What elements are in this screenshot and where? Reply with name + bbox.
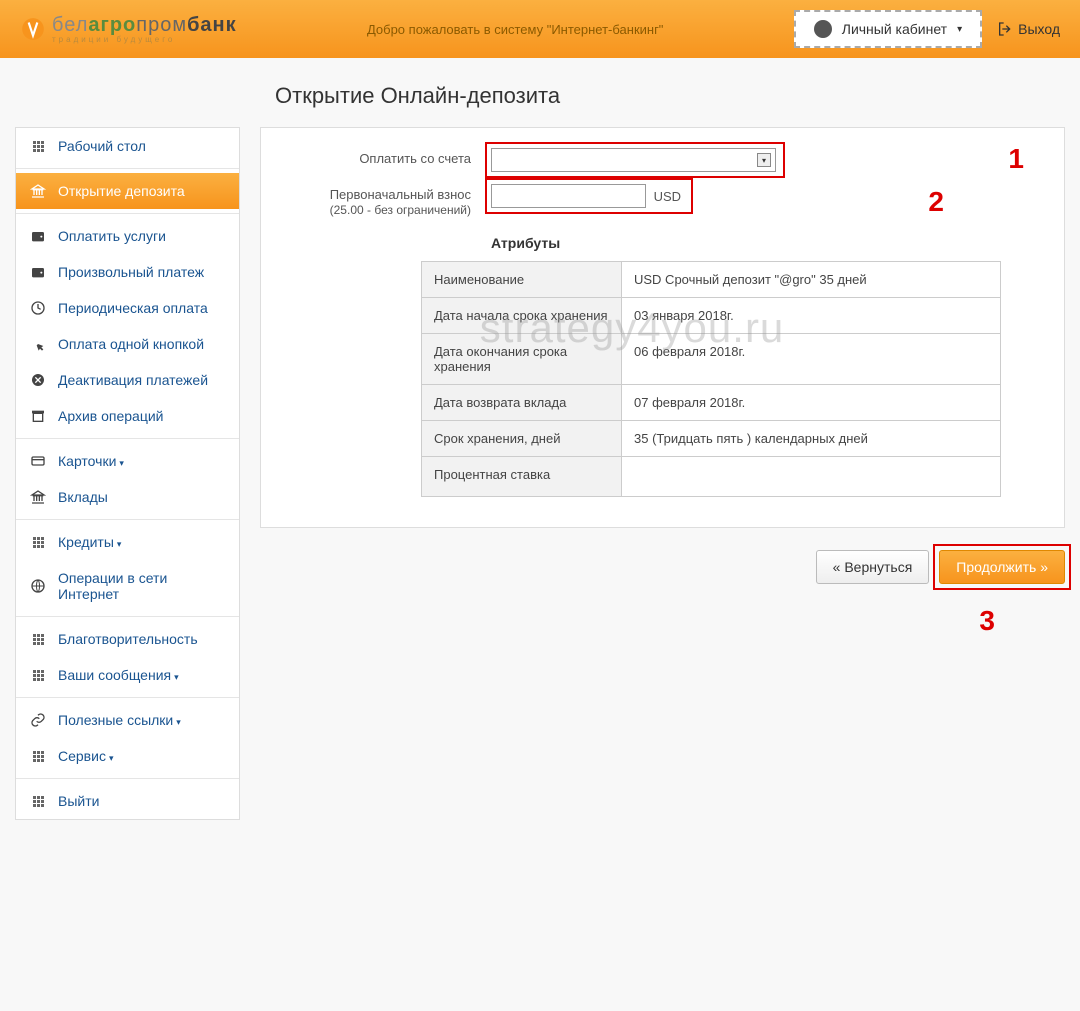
sidebar: Рабочий стол Открытие депозита Оплатить …	[15, 127, 240, 820]
bank-icon	[30, 183, 46, 199]
initial-label: Первоначальный взнос (25.00 - без ограни…	[291, 184, 491, 217]
sidebar-item-periodic[interactable]: Периодическая оплата	[16, 290, 239, 326]
logout-icon	[997, 21, 1013, 37]
grid-icon	[30, 793, 46, 809]
table-row: Срок хранения, дней35 (Тридцать пять ) к…	[422, 421, 1001, 457]
sidebar-item-label: Благотворительность	[58, 631, 198, 647]
logout-button[interactable]: Выход	[997, 21, 1060, 37]
annotation-number-3: 3	[979, 605, 995, 637]
wallet-icon	[30, 264, 46, 280]
main-content: strategy4you.ru Оплатить со счета ▾ Перв…	[260, 127, 1065, 820]
history-icon	[30, 300, 46, 316]
page-title-bar: Открытие Онлайн-депозита	[0, 58, 1080, 127]
grid-icon	[30, 534, 46, 550]
sidebar-item-open-deposit[interactable]: Открытие депозита	[16, 173, 239, 209]
bank-icon	[30, 489, 46, 505]
grid-icon	[30, 667, 46, 683]
account-select[interactable]: ▾	[491, 148, 776, 172]
archive-icon	[30, 408, 46, 424]
sidebar-item-label: Произвольный платеж	[58, 264, 204, 280]
sidebar-item-messages[interactable]: Ваши сообщения	[16, 657, 239, 693]
sidebar-item-deactivate[interactable]: Деактивация платежей	[16, 362, 239, 398]
sidebar-item-exit[interactable]: Выйти	[16, 783, 239, 819]
logo-subtitle: традиции будущего	[52, 35, 237, 44]
deposit-panel: strategy4you.ru Оплатить со счета ▾ Перв…	[260, 127, 1065, 528]
sidebar-item-label: Оплата одной кнопкой	[58, 336, 204, 352]
sidebar-item-label: Архив операций	[58, 408, 164, 424]
logo[interactable]: белагропромбанк традиции будущего	[20, 14, 237, 44]
sidebar-item-archive[interactable]: Архив операций	[16, 398, 239, 434]
sidebar-item-service[interactable]: Сервис	[16, 738, 239, 774]
annotation-number-1: 1	[1008, 143, 1024, 175]
sidebar-item-label: Вклады	[58, 489, 108, 505]
table-row: НаименованиеUSD Срочный депозит "@gro" 3…	[422, 262, 1001, 298]
grid-icon	[30, 138, 46, 154]
cabinet-label: Личный кабинет	[842, 21, 947, 37]
welcome-text: Добро пожаловать в систему "Интернет-бан…	[237, 22, 794, 37]
avatar-icon	[814, 20, 832, 38]
sidebar-item-label: Рабочий стол	[58, 138, 146, 154]
click-icon	[30, 336, 46, 352]
sidebar-item-one-button[interactable]: Оплата одной кнопкой	[16, 326, 239, 362]
currency-label: USD	[654, 189, 681, 204]
sidebar-item-label: Ваши сообщения	[58, 667, 179, 683]
sidebar-item-label: Оплатить услуги	[58, 228, 166, 244]
grid-icon	[30, 748, 46, 764]
sidebar-item-label: Сервис	[58, 748, 113, 764]
grid-icon	[30, 631, 46, 647]
sidebar-item-label: Выйти	[58, 793, 99, 809]
sidebar-item-links[interactable]: Полезные ссылки	[16, 702, 239, 738]
account-label: Оплатить со счета	[291, 148, 491, 166]
table-row: Процентная ставка	[422, 457, 1001, 497]
cancel-icon	[30, 372, 46, 388]
sidebar-item-deposits[interactable]: Вклады	[16, 479, 239, 515]
wallet-icon	[30, 228, 46, 244]
page-title: Открытие Онлайн-депозита	[275, 83, 1080, 109]
initial-amount-input[interactable]	[491, 184, 646, 208]
sidebar-item-credits[interactable]: Кредиты	[16, 524, 239, 560]
continue-button[interactable]: Продолжить »	[939, 550, 1065, 584]
sidebar-item-cards[interactable]: Карточки	[16, 443, 239, 479]
chevron-down-icon: ▾	[757, 153, 771, 167]
chevron-down-icon: ▾	[957, 24, 962, 35]
logo-text: белагропромбанк	[52, 14, 237, 36]
sidebar-item-internet-ops[interactable]: Операции в сети Интернет	[16, 560, 239, 612]
sidebar-item-pay-services[interactable]: Оплатить услуги	[16, 218, 239, 254]
sidebar-item-label: Кредиты	[58, 534, 121, 550]
top-header: белагропромбанк традиции будущего Добро …	[0, 0, 1080, 58]
cabinet-button[interactable]: Личный кабинет ▾	[794, 10, 982, 48]
logo-icon	[20, 16, 46, 42]
annotation-number-2: 2	[928, 186, 944, 218]
sidebar-item-custom-payment[interactable]: Произвольный платеж	[16, 254, 239, 290]
globe-icon	[30, 578, 46, 594]
sidebar-item-label: Полезные ссылки	[58, 712, 181, 728]
sidebar-item-label: Периодическая оплата	[58, 300, 208, 316]
sidebar-item-charity[interactable]: Благотворительность	[16, 621, 239, 657]
sidebar-item-label: Деактивация платежей	[58, 372, 208, 388]
action-bar: « Вернуться Продолжить » 3	[260, 550, 1065, 584]
logout-label: Выход	[1018, 21, 1060, 37]
table-row: Дата окончания срока хранения06 февраля …	[422, 334, 1001, 385]
card-icon	[30, 453, 46, 469]
sidebar-item-label: Операции в сети Интернет	[58, 570, 225, 602]
table-row: Дата начала срока хранения03 января 2018…	[422, 298, 1001, 334]
back-button[interactable]: « Вернуться	[816, 550, 930, 584]
table-row: Дата возврата вклада07 февраля 2018г.	[422, 385, 1001, 421]
sidebar-item-label: Открытие депозита	[58, 183, 185, 199]
link-icon	[30, 712, 46, 728]
sidebar-item-desktop[interactable]: Рабочий стол	[16, 128, 239, 164]
attributes-heading: Атрибуты	[491, 235, 1034, 251]
sidebar-item-label: Карточки	[58, 453, 124, 469]
attributes-table: НаименованиеUSD Срочный депозит "@gro" 3…	[421, 261, 1001, 497]
